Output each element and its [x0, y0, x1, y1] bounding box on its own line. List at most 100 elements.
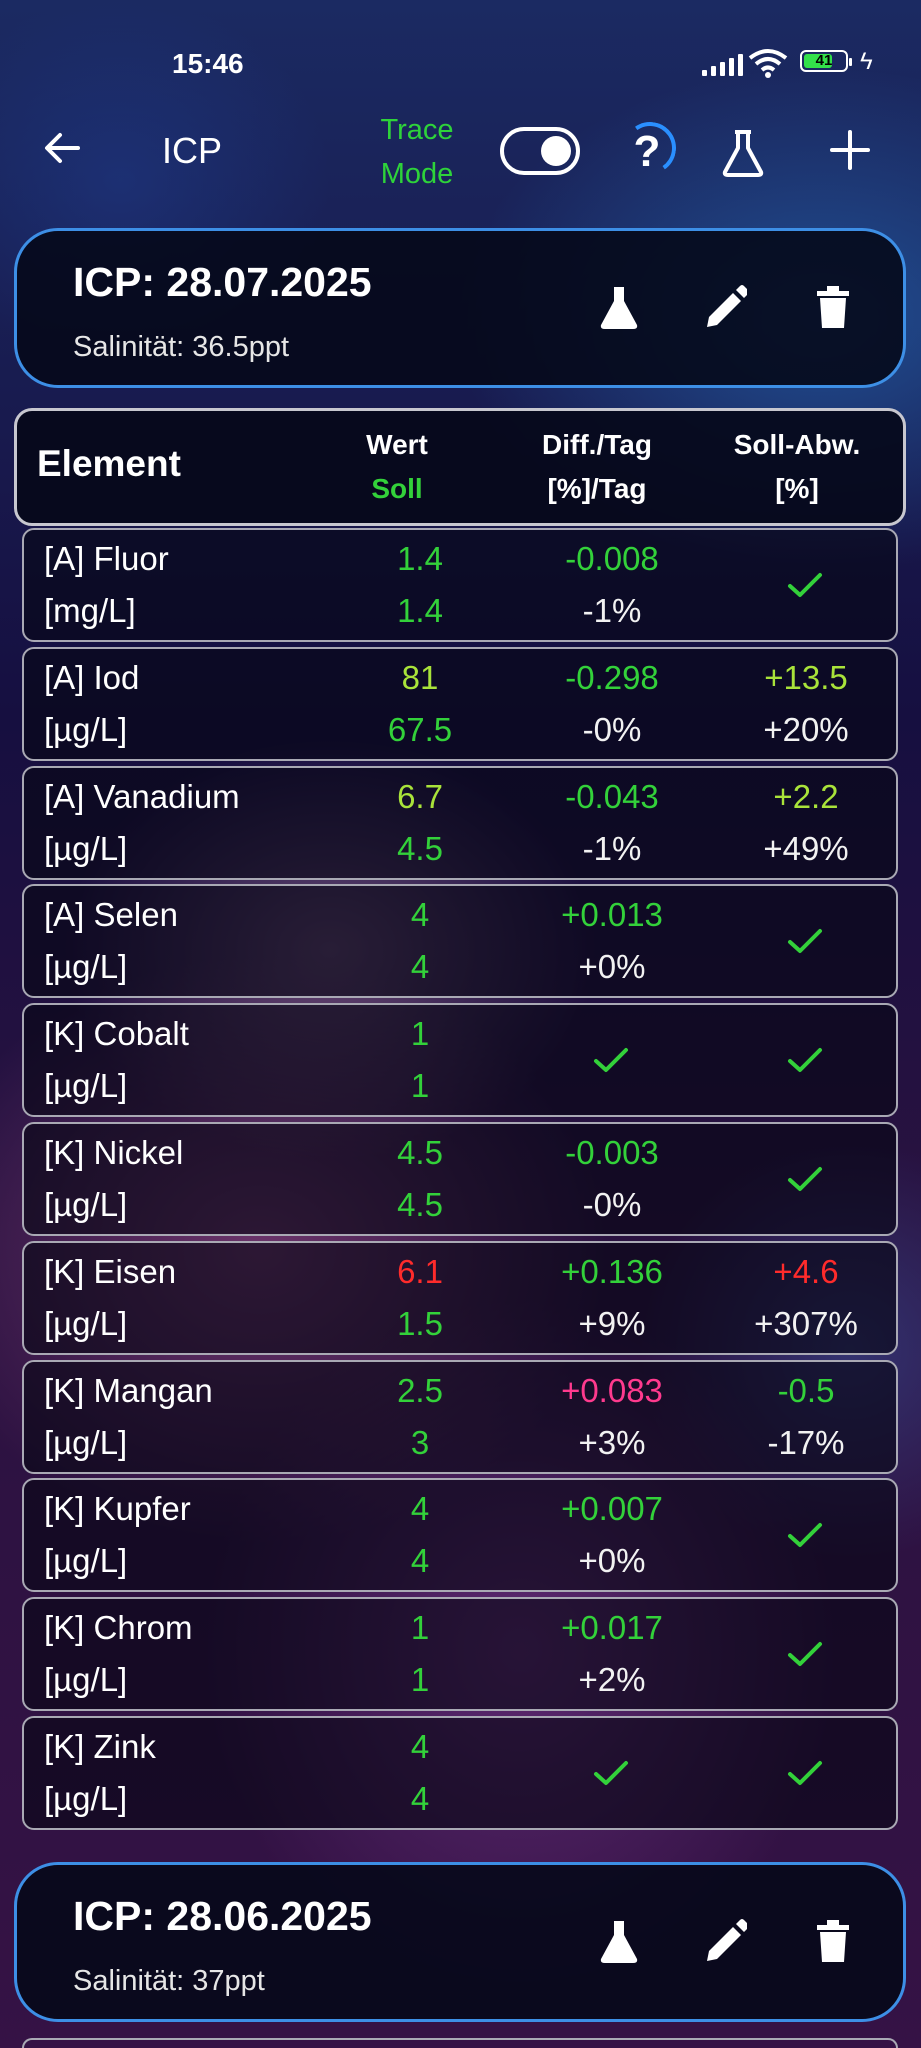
element-unit: [µg/L]	[44, 1780, 128, 1817]
element-unit: [mg/L]	[44, 592, 136, 629]
help-icon[interactable]: ?	[622, 122, 672, 182]
soll-deviation-percent: +20%	[763, 710, 849, 748]
app-bar: ICP Trace Mode ?	[0, 100, 921, 210]
element-name: [K] Nickel	[44, 1134, 184, 1171]
diff-percent: -1%	[582, 829, 642, 867]
wert-value: 4.5	[397, 1134, 443, 1171]
table-row[interactable]: [K] Eisen [µg/L] 6.1 1.5 +0.136 +9% +4.6 +…	[22, 1240, 898, 1355]
header-abw-unit: [%]	[775, 473, 819, 504]
diff-percent: -1%	[582, 592, 642, 629]
soll-value: 4	[410, 1542, 430, 1580]
header-wert: Wert Soll	[317, 423, 477, 511]
icp-card[interactable]: ICP: 28.07.2025 Salinität: 36.5ppt	[14, 228, 906, 388]
element-name: [K] Zink	[44, 1728, 156, 1765]
wert-value: 6.7	[397, 777, 443, 815]
wifi-icon	[748, 49, 788, 78]
soll-deviation: +4.6	[773, 1252, 839, 1290]
soll-deviation: +13.5	[764, 658, 848, 696]
soll-deviation-percent: -17%	[767, 1423, 845, 1461]
element-unit: [µg/L]	[44, 1423, 128, 1461]
element-name: [K] Cobalt	[44, 1015, 189, 1053]
diff-per-day: -0.298	[565, 658, 659, 696]
checkmark-icon	[788, 1642, 822, 1667]
table-header: Element Wert Soll Diff./Tag [%]/Tag Soll…	[14, 408, 906, 526]
table-row[interactable]: [A] Fluor [mg/L] 1.4 1.4 -0.008 -1%	[22, 528, 898, 642]
plus-icon[interactable]	[828, 128, 872, 172]
wert-value: 4	[410, 1728, 430, 1765]
table-row[interactable]: [K] Nickel [µg/L] 4.5 4.5 -0.003 -0%	[22, 1122, 898, 1236]
checkmark-icon	[788, 929, 822, 954]
trace-label-line2: Mode	[380, 158, 454, 190]
diff-per-day: +0.136	[561, 1252, 663, 1290]
table-row[interactable]: [A] Selen [µg/L] 4 4 +0.013 +0%	[22, 884, 898, 999]
table-row[interactable]: [A] Iod [µg/L] 81 67.5 -0.298 -0% +13.5 +2…	[22, 646, 898, 761]
element-unit: [µg/L]	[44, 1067, 128, 1105]
element-unit: [µg/L]	[44, 1661, 128, 1699]
header-diff: Diff./Tag [%]/Tag	[487, 423, 707, 511]
diff-percent: +9%	[578, 1304, 646, 1342]
checkmark-icon	[788, 1048, 822, 1073]
pencil-icon[interactable]	[703, 283, 747, 331]
header-abw-label: Soll-Abw.	[733, 429, 861, 460]
flask-icon[interactable]	[720, 128, 766, 178]
soll-deviation: -0.5	[777, 1371, 835, 1409]
pencil-icon[interactable]	[703, 1917, 747, 1965]
diff-percent: +0%	[578, 1542, 646, 1580]
checkmark-icon	[594, 1048, 628, 1073]
trash-icon[interactable]	[811, 283, 855, 331]
signal-icon	[702, 54, 743, 76]
soll-deviation-percent: +49%	[763, 829, 849, 867]
wert-value: 4	[410, 1490, 430, 1528]
trace-mode-label: Trace Mode	[372, 108, 462, 196]
soll-value: 1.4	[397, 592, 443, 629]
table-row[interactable]: [A] Vanadium [µg/L] 6.7 4.5 -0.043 -1% +2.…	[22, 765, 898, 880]
diff-per-day: +0.013	[561, 896, 663, 934]
icp-card[interactable]: ICP: 28.06.2025 Salinität: 37ppt	[14, 1862, 906, 2022]
element-unit: [µg/L]	[44, 1304, 128, 1342]
soll-deviation-percent: +307%	[754, 1304, 858, 1342]
trash-icon[interactable]	[811, 1917, 855, 1965]
table-row[interactable]: [K] Cobalt [µg/L] 1 1	[22, 1003, 898, 1118]
soll-value: 67.5	[387, 710, 453, 748]
table-row[interactable]: [K] Mangan [µg/L] 2.5 3 +0.083 +3% -0.5 -1…	[22, 1359, 898, 1474]
soll-value: 3	[410, 1423, 430, 1461]
status-time: 15:46	[172, 48, 244, 79]
element-unit: [µg/L]	[44, 829, 128, 867]
trace-label-line1: Trace	[380, 114, 454, 146]
header-diff-unit: [%]/Tag	[547, 473, 647, 504]
element-name: [A] Fluor	[44, 540, 169, 577]
wert-value: 4	[410, 896, 430, 934]
table-row[interactable]: [K] Kupfer [µg/L] 4 4 +0.007 +0%	[22, 1478, 898, 1593]
diff-per-day: +0.083	[561, 1371, 663, 1409]
soll-deviation: +2.2	[773, 777, 839, 815]
soll-value: 1	[410, 1067, 430, 1105]
element-unit: [µg/L]	[44, 710, 128, 748]
diff-per-day: -0.003	[565, 1134, 659, 1171]
table-row[interactable]: [K] Zink [µg/L] 4 4	[22, 1716, 898, 1830]
element-name: [K] Mangan	[44, 1371, 213, 1409]
icp-card-title: ICP: 28.06.2025	[73, 1893, 372, 1939]
flask-icon[interactable]	[597, 1917, 641, 1965]
header-element: Element	[37, 443, 181, 484]
battery-level: 41	[815, 52, 833, 69]
checkmark-icon	[788, 1523, 822, 1548]
header-diff-label: Diff./Tag	[542, 429, 652, 460]
page-title: ICP	[162, 130, 223, 171]
header-soll-label: Soll	[371, 473, 423, 504]
diff-percent: +2%	[578, 1661, 646, 1699]
diff-per-day: +0.017	[561, 1609, 663, 1647]
soll-value: 1	[410, 1661, 430, 1699]
diff-percent: +0%	[578, 948, 646, 986]
trace-mode-toggle[interactable]	[500, 127, 580, 175]
icp-card-salinity: Salinität: 37ppt	[73, 1965, 265, 1997]
flask-icon[interactable]	[597, 283, 641, 331]
next-table-edge	[22, 2038, 898, 2048]
battery-icon: 41	[800, 50, 852, 72]
diff-per-day: +0.007	[561, 1490, 663, 1528]
table-row[interactable]: [K] Chrom [µg/L] 1 1 +0.017 +2%	[22, 1597, 898, 1712]
element-name: [K] Chrom	[44, 1609, 193, 1647]
checkmark-icon	[788, 1167, 822, 1191]
wert-value: 81	[401, 658, 439, 696]
element-unit: [µg/L]	[44, 1186, 128, 1223]
back-arrow-icon[interactable]	[42, 128, 82, 168]
